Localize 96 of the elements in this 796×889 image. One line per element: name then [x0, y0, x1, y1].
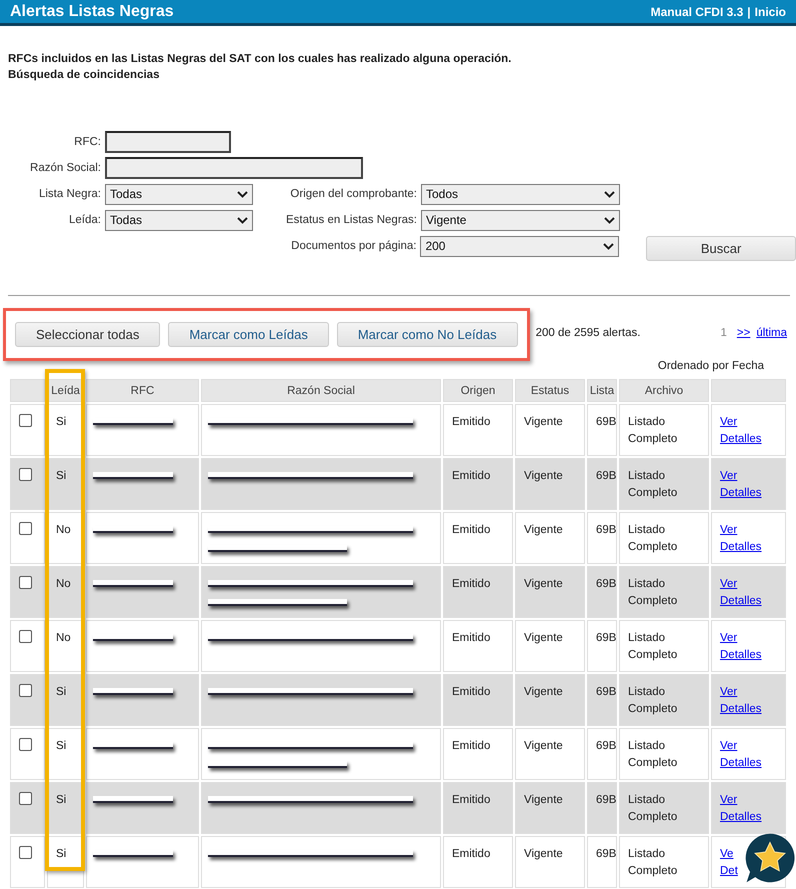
dropdown[interactable]: Vigente	[421, 210, 620, 230]
action-button[interactable]: Seleccionar todas	[15, 322, 160, 347]
table-cell: Listado Completo	[619, 620, 709, 672]
column-header: Razón Social	[201, 379, 441, 402]
field-label: Razón Social:	[29, 162, 102, 174]
table-cell: Emitido	[443, 566, 513, 618]
header-cell	[10, 379, 45, 402]
table-cell: Listado Completo	[619, 512, 709, 564]
page-title: Alertas Listas Negras	[10, 2, 174, 20]
chevron-icon	[603, 242, 614, 250]
table-cell: 69B	[587, 512, 617, 564]
row-checkbox[interactable]	[19, 684, 32, 697]
table-cell: Vigente	[515, 512, 585, 564]
field-label: Origen del comprobante:	[289, 188, 418, 200]
next-page-link[interactable]: >>	[736, 327, 750, 339]
last-page-link[interactable]: última	[756, 327, 787, 339]
details-link[interactable]: Ver Detalles	[720, 576, 762, 610]
table-cell: 69B	[587, 620, 617, 672]
column-header: Origen	[443, 379, 513, 402]
dropdown[interactable]: 200	[420, 236, 620, 256]
page-number: 1	[720, 327, 727, 339]
field-label: Lista Negra:	[38, 188, 102, 200]
table-cell: Listado Completo	[619, 566, 709, 618]
header-link[interactable]: Inicio	[754, 4, 786, 18]
row-checkbox[interactable]	[19, 468, 32, 481]
details-link[interactable]: Ve Det	[720, 846, 738, 880]
table-cell: Vigente	[515, 728, 585, 780]
table-cell: Listado Completo	[619, 404, 709, 456]
row-checkbox[interactable]	[19, 738, 32, 751]
star-badge[interactable]	[744, 832, 796, 884]
alert-count: 200 de 2595 alertas.	[536, 327, 640, 339]
details-link[interactable]: Ver Detalles	[720, 630, 762, 664]
chevron-icon	[604, 216, 615, 224]
details-link[interactable]: Ver Detalles	[720, 684, 762, 718]
header-link[interactable]: Manual CFDI 3.3	[650, 4, 744, 18]
row-checkbox[interactable]	[19, 414, 32, 427]
column-header: RFC	[86, 379, 199, 402]
razon-social-input[interactable]	[105, 157, 363, 179]
table-cell: Emitido	[443, 458, 513, 510]
intro-text: RFCs incluidos en las Listas Negras del SAT con los cuales has realizado alguna operación.	[8, 53, 512, 65]
field-label: Leída:	[68, 214, 102, 226]
table-cell: Emitido	[443, 404, 513, 456]
details-link[interactable]: Ver Detalles	[720, 468, 762, 502]
table-cell: Emitido	[443, 674, 513, 726]
intro-text: Búsqueda de coincidencias	[8, 69, 160, 81]
table-cell: Vigente	[515, 836, 585, 888]
field-label: Documentos por página:	[290, 240, 418, 252]
table-cell: Vigente	[515, 620, 585, 672]
table-cell: Vigente	[515, 782, 585, 834]
column-header: Estatus	[515, 379, 585, 402]
field-label: RFC:	[73, 136, 102, 148]
table-cell: Emitido	[443, 728, 513, 780]
chevron-icon	[237, 190, 248, 198]
row-checkbox[interactable]	[19, 522, 32, 535]
details-link[interactable]: Ver Detalles	[720, 792, 762, 826]
row-checkbox[interactable]	[19, 576, 32, 589]
row-checkbox[interactable]	[19, 630, 32, 643]
table-cell: 69B	[587, 566, 617, 618]
chevron-icon	[604, 190, 615, 198]
separator: |	[747, 4, 751, 18]
field-label: Estatus en Listas Negras:	[284, 214, 418, 226]
details-link[interactable]: Ver Detalles	[720, 414, 762, 448]
table-cell: 69B	[587, 782, 617, 834]
row-checkbox[interactable]	[19, 792, 32, 805]
table-cell: Vigente	[515, 404, 585, 456]
table-cell: 69B	[587, 728, 617, 780]
table-cell: Emitido	[443, 512, 513, 564]
table-cell: 69B	[587, 836, 617, 888]
sort-note: Ordenado por Fecha	[656, 360, 765, 372]
column-header: Archivo	[619, 379, 709, 402]
table-cell: Listado Completo	[619, 458, 709, 510]
table-cell: Vigente	[515, 674, 585, 726]
table-cell: 69B	[587, 458, 617, 510]
search-button[interactable]: Buscar	[646, 236, 796, 260]
table-cell: Listado Completo	[619, 674, 709, 726]
chevron-icon	[237, 216, 248, 224]
table-cell: Listado Completo	[619, 728, 709, 780]
rfc-input[interactable]	[105, 131, 231, 153]
action-button[interactable]: Marcar como No Leídas	[336, 322, 518, 347]
row-checkbox[interactable]	[19, 846, 32, 859]
table-cell: Emitido	[443, 782, 513, 834]
dropdown[interactable]: Todas	[105, 210, 253, 230]
column-header: Lista	[587, 379, 617, 402]
table-cell: 69B	[587, 404, 617, 456]
table-cell: Emitido	[443, 836, 513, 888]
table-cell: Listado Completo	[619, 782, 709, 834]
details-link[interactable]: Ver Detalles	[720, 522, 762, 556]
action-button[interactable]: Marcar como Leídas	[168, 322, 329, 347]
dropdown[interactable]: Todas	[105, 184, 253, 204]
table-cell: Vigente	[515, 458, 585, 510]
dropdown[interactable]: Todos	[421, 184, 620, 204]
table-cell: Emitido	[443, 620, 513, 672]
details-link[interactable]: Ver Detalles	[720, 738, 762, 772]
table-cell: Vigente	[515, 566, 585, 618]
table-cell: Listado Completo	[619, 836, 709, 888]
table-cell: 69B	[587, 674, 617, 726]
